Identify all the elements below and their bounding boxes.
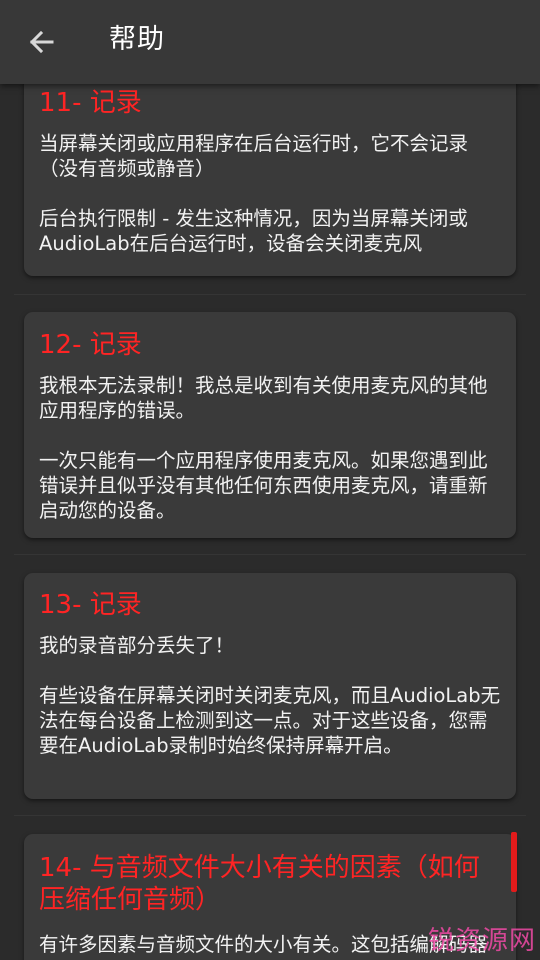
faq-paragraph: 后台执行限制 - 发生这种情况，因为当屏幕关闭或AudioLab在后台运行时，设… (39, 207, 468, 255)
faq-title: 14- 与音频文件大小有关的因素（如何压缩任何音频） (39, 853, 480, 915)
faq-paragraph: 我的录音部分丢失了！ (39, 634, 235, 657)
faq-paragraph: 一次只能有一个应用程序使用麦克风。如果您遇到此错误并且似乎没有其他任何东西使用麦… (39, 449, 488, 522)
faq-body: 当屏幕关闭或应用程序在后台运行时，它不会记录（没有音频或静音） 后台执行限制 -… (39, 131, 502, 256)
faq-card-11: 11- 记录 当屏幕关闭或应用程序在后台运行时，它不会记录（没有音频或静音） 后… (24, 84, 516, 276)
divider (14, 815, 526, 816)
faq-paragraph: 当屏幕关闭或应用程序在后台运行时，它不会记录（没有音频或静音） (39, 132, 469, 180)
back-button[interactable] (20, 22, 64, 62)
scrollbar-thumb[interactable] (511, 832, 517, 892)
page-title: 帮助 (109, 24, 165, 55)
faq-title: 12- 记录 (39, 330, 142, 360)
arrow-left-icon (29, 30, 54, 54)
divider (14, 554, 526, 555)
faq-body: 我的录音部分丢失了！ 有些设备在屏幕关闭时关闭麦克风，而且AudioLab无法在… (39, 633, 502, 758)
faq-paragraph: 有些设备在屏幕关闭时关闭麦克风，而且AudioLab无法在每台设备上检测到这一点… (39, 684, 501, 757)
faq-paragraph: 我根本无法录制！我总是收到有关使用麦克风的其他应用程序的错误。 (39, 374, 488, 422)
faq-title: 13- 记录 (39, 590, 142, 620)
faq-body: 我根本无法录制！我总是收到有关使用麦克风的其他应用程序的错误。 一次只能有一个应… (39, 373, 502, 523)
help-content[interactable]: 11- 记录 当屏幕关闭或应用程序在后台运行时，它不会记录（没有音频或静音） 后… (0, 84, 540, 960)
watermark: 锐资源网 (427, 926, 536, 956)
faq-card-13: 13- 记录 我的录音部分丢失了！ 有些设备在屏幕关闭时关闭麦克风，而且Audi… (24, 573, 516, 799)
faq-title: 11- 记录 (39, 88, 142, 118)
app-bar: 帮助 (0, 0, 540, 84)
faq-card-12: 12- 记录 我根本无法录制！我总是收到有关使用麦克风的其他应用程序的错误。 一… (24, 312, 516, 538)
divider (14, 294, 526, 295)
